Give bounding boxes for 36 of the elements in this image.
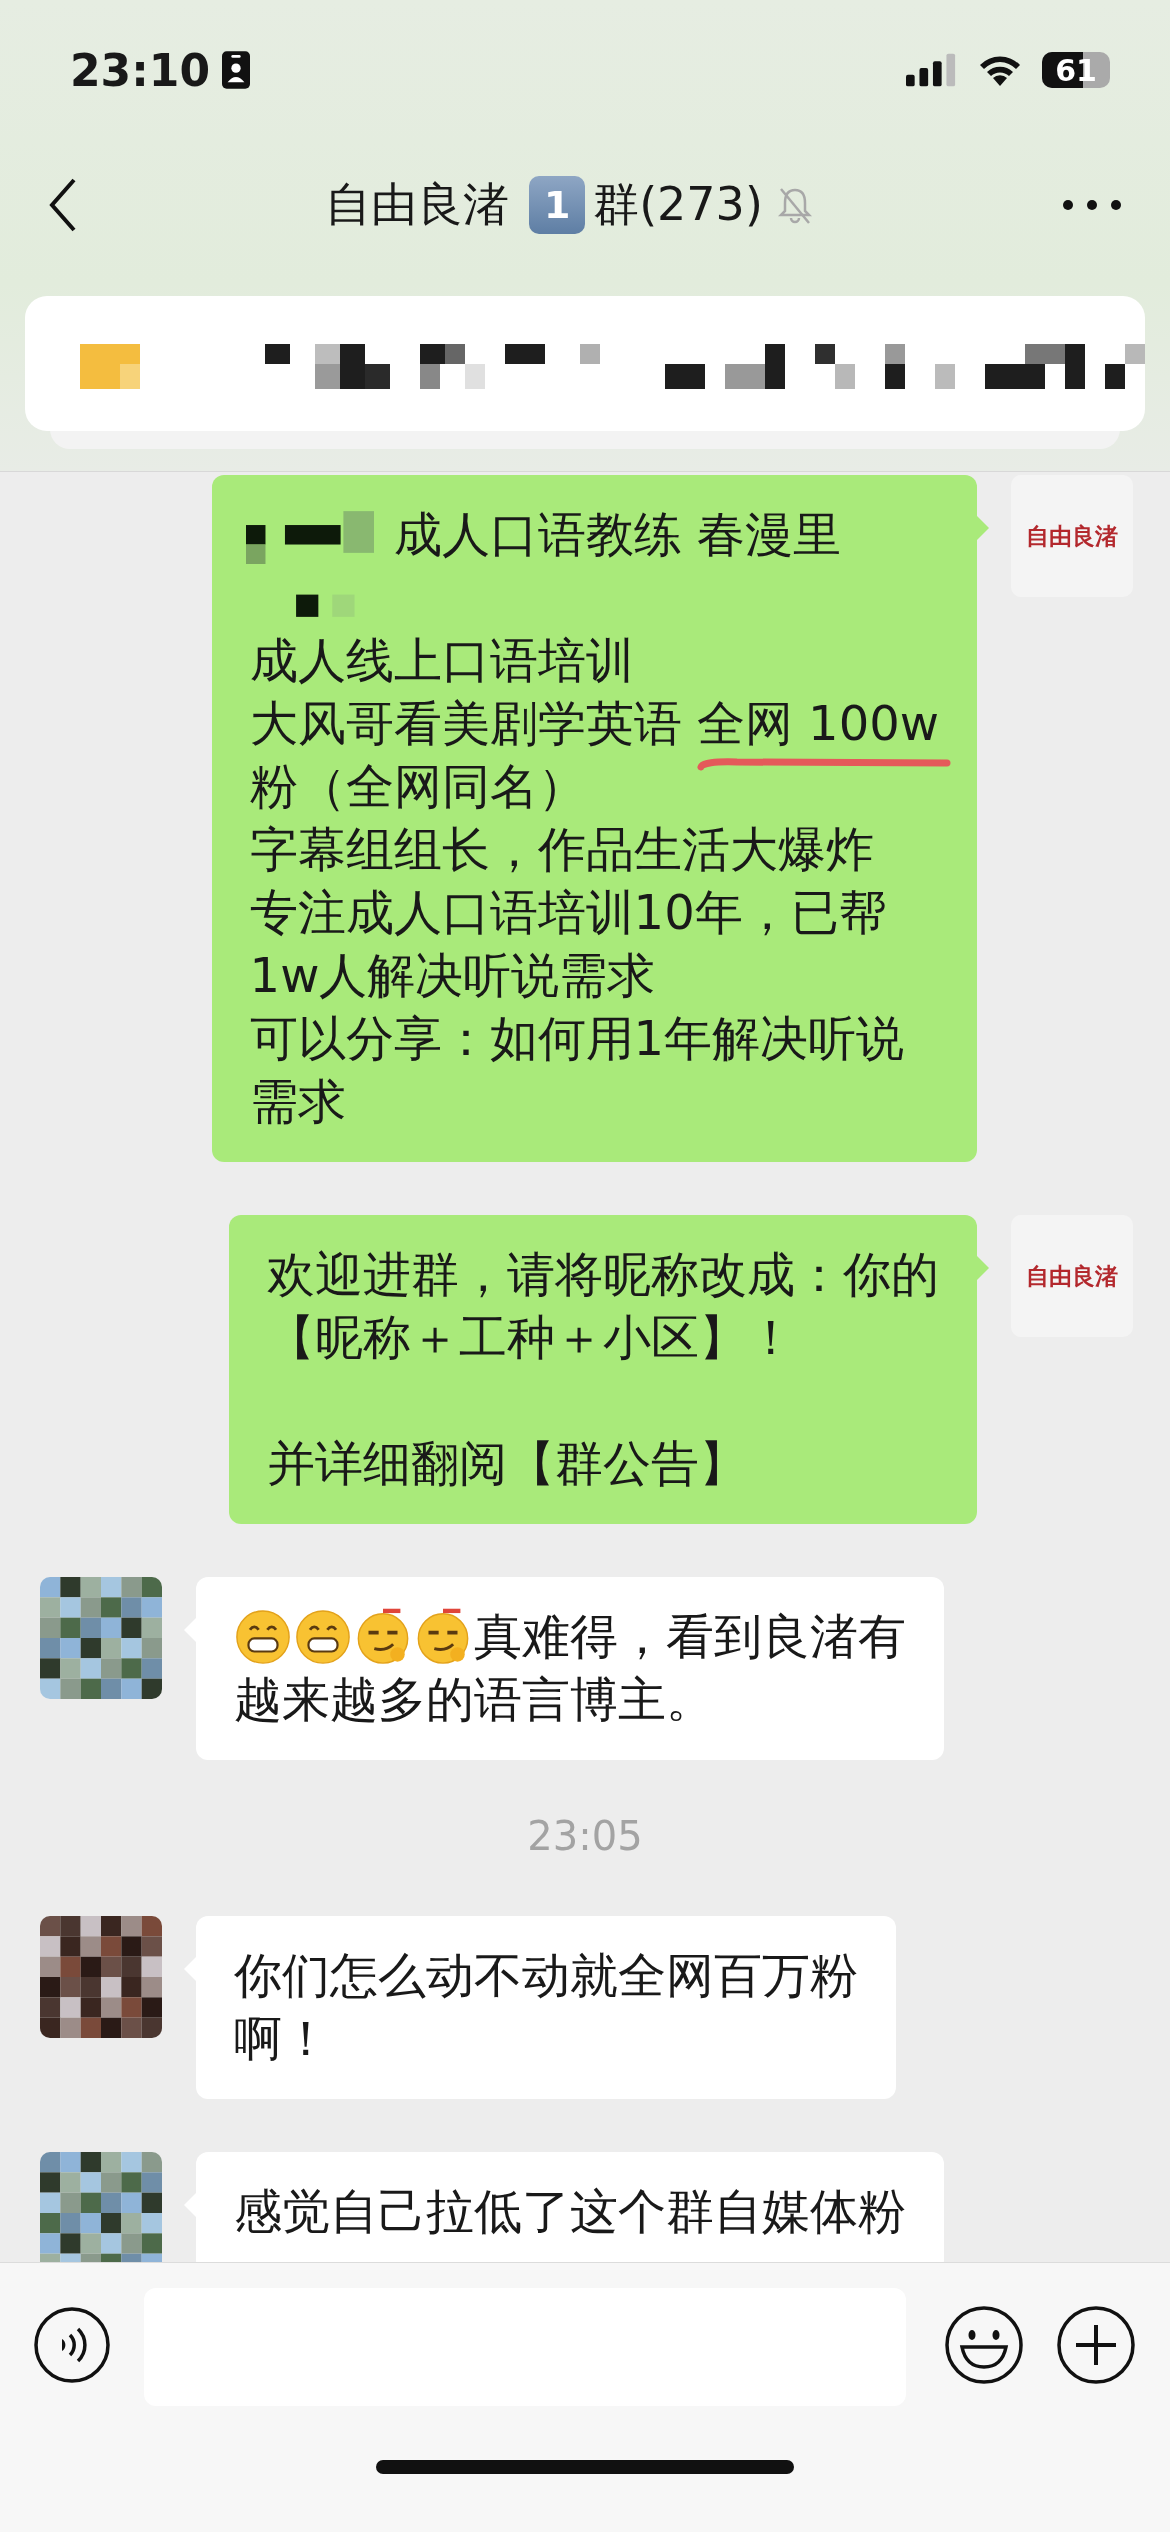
message-text: 并详细翻阅【群公告】 — [267, 1434, 747, 1493]
avatar-logo: 自由良渚 — [1026, 1260, 1118, 1291]
message-text: 感觉自己拉低了这个群自媒体粉 — [234, 2182, 906, 2241]
timestamp: 23:05 — [527, 1813, 643, 1859]
message-text: 需求 — [249, 1072, 346, 1131]
emoji-icon[interactable] — [942, 2303, 1026, 2387]
grin-emoji-icon — [234, 1607, 292, 1666]
status-time: 23:10 — [70, 44, 211, 96]
contact-card-icon — [222, 51, 251, 89]
message-text: 成人线上口语培训 — [249, 631, 634, 690]
message-text: 真难得，看到良渚有 — [474, 1607, 906, 1666]
message-text: 可以分享：如何用1年解决听说 — [249, 1009, 905, 1068]
number-badge: 1 — [529, 176, 586, 234]
message-text: 啊！ — [234, 2009, 330, 2068]
avatar[interactable]: 自由良渚 — [1011, 475, 1133, 597]
message-text: 1w人解决听说需求 — [249, 946, 656, 1005]
pinned-message[interactable] — [25, 296, 1145, 431]
grin-emoji-icon — [294, 1607, 352, 1666]
underlined-text: 全网 100w — [696, 694, 939, 753]
message-text: 你们怎么动不动就全网百万粉 — [234, 1946, 858, 2005]
message-text: 成人口语教练 春漫里 — [393, 505, 841, 564]
avatar-logo: 自由良渚 — [1026, 520, 1118, 551]
avatar[interactable]: 自由良渚 — [1011, 1215, 1133, 1337]
add-icon[interactable] — [1054, 2303, 1138, 2387]
back-icon[interactable] — [48, 177, 78, 233]
message-text: 大风哥看美剧学英语 — [249, 694, 683, 753]
message-text: 越来越多的语言博主。 — [234, 1670, 714, 1729]
message-text: 欢迎进群，请将昵称改成：你的 — [267, 1245, 939, 1304]
more-icon[interactable] — [1062, 199, 1122, 211]
message-text: 粉（全网同名） — [249, 757, 586, 816]
member-count: 群(273) — [593, 176, 763, 233]
message-text: 专注成人口语培训10年，已帮 — [249, 883, 887, 942]
message-text: 【昵称＋工种＋小区】！ — [267, 1308, 795, 1367]
message-text: 字幕组组长，作品生活大爆炸 — [249, 820, 874, 879]
chat-title: 自由良渚 — [325, 176, 510, 233]
signal-icon — [906, 53, 958, 87]
